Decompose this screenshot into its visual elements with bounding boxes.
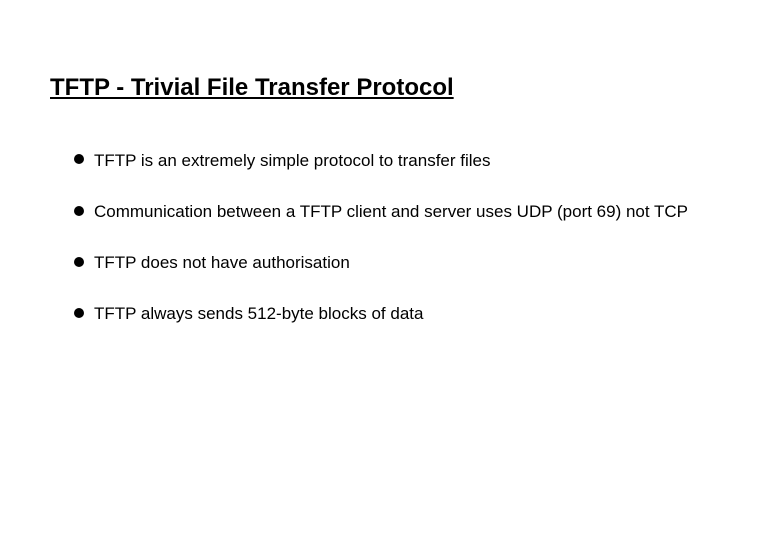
slide: TFTP - Trivial File Transfer Protocol TF… <box>0 0 780 402</box>
bullet-item: Communication between a TFTP client and … <box>78 198 730 225</box>
bullet-item: TFTP does not have authorisation <box>78 249 730 276</box>
bullet-item: TFTP is an extremely simple protocol to … <box>78 147 730 174</box>
bullet-list: TFTP is an extremely simple protocol to … <box>50 147 730 328</box>
slide-title: TFTP - Trivial File Transfer Protocol <box>50 74 730 103</box>
bullet-item: TFTP always sends 512-byte blocks of dat… <box>78 300 730 327</box>
